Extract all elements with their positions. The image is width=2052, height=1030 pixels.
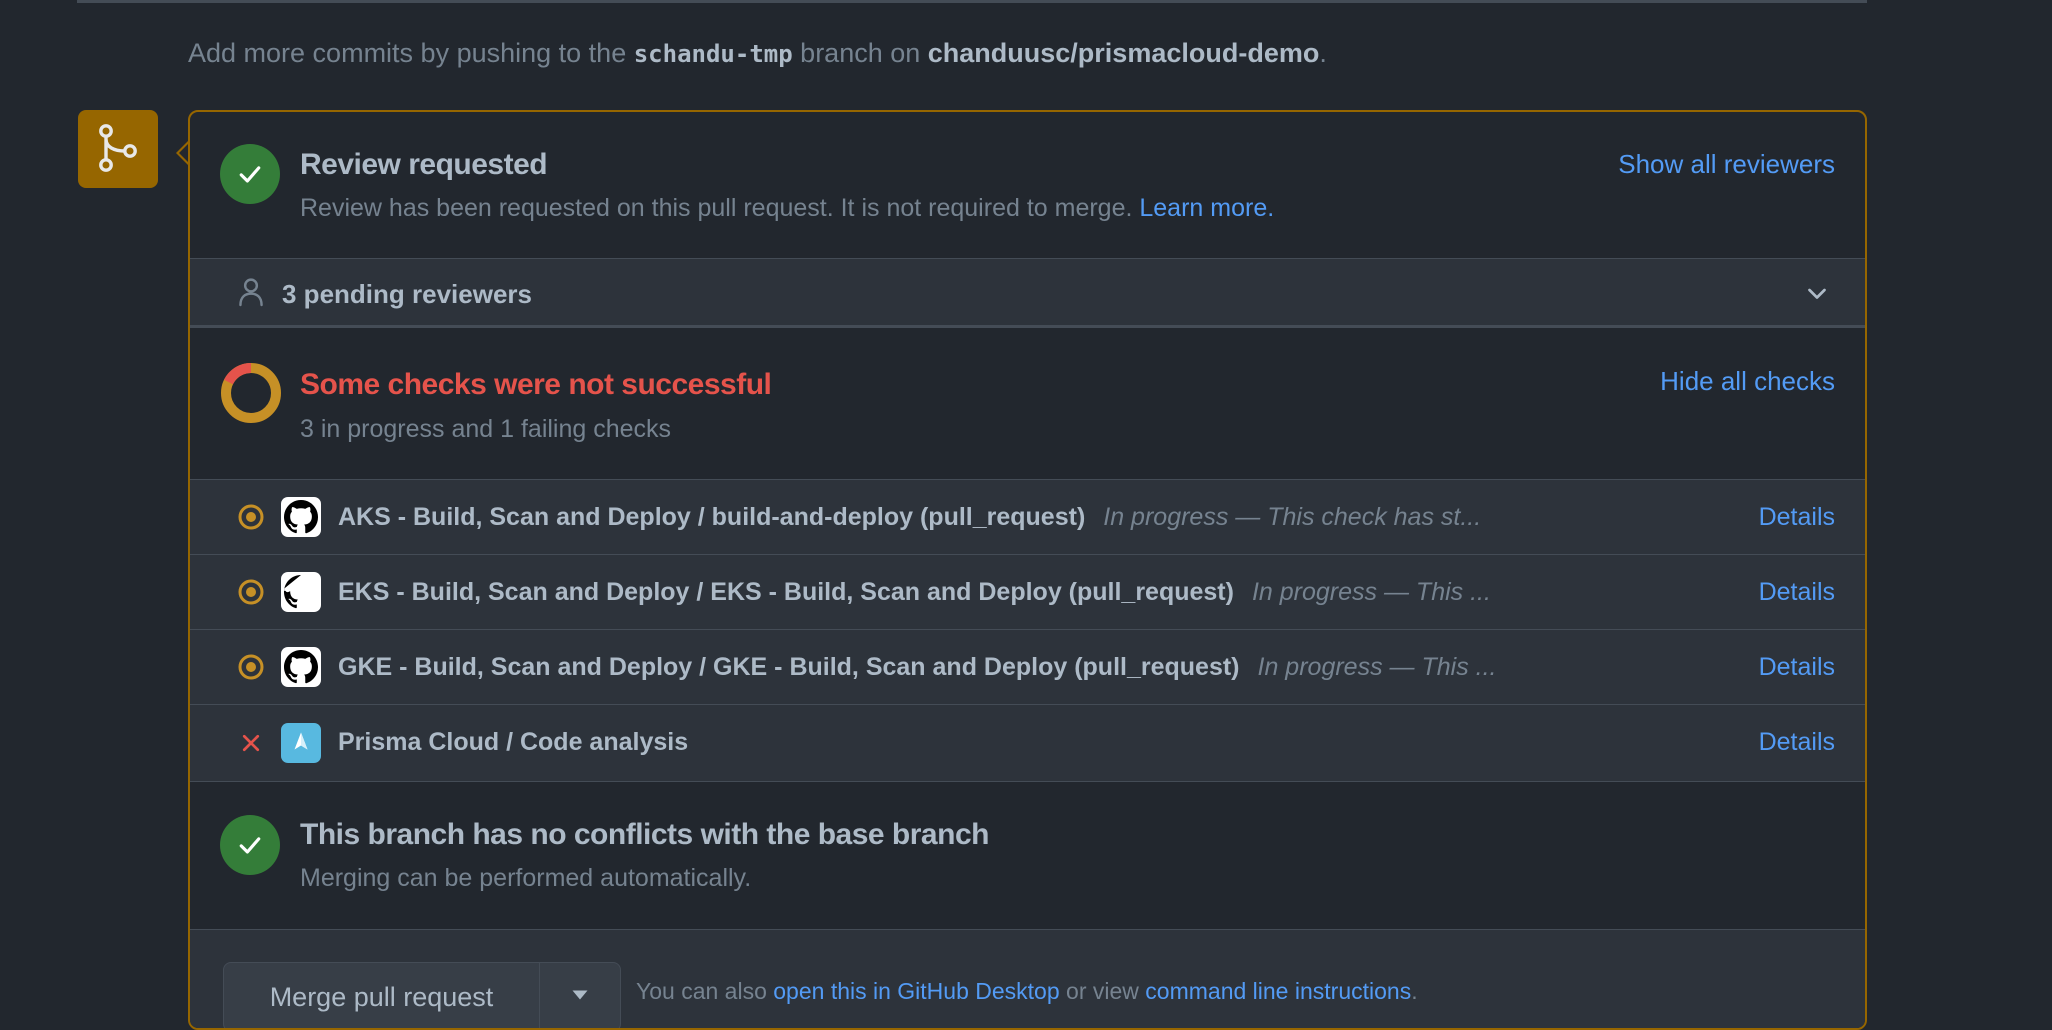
show-all-reviewers-link[interactable]: Show all reviewers <box>1618 149 1835 180</box>
review-subtitle-text: Review has been requested on this pull r… <box>300 194 1133 222</box>
check-description: In progress — This check has st... <box>1103 502 1482 531</box>
check-circle-icon <box>220 815 280 875</box>
check-name-text: AKS - Build, Scan and Deploy / build-and… <box>338 502 1086 531</box>
check-name: GKE - Build, Scan and Deploy / GKE - Bui… <box>338 653 1496 682</box>
person-icon <box>238 277 264 312</box>
timeline-divider <box>77 0 1867 3</box>
checks-title: Some checks were not successful <box>300 368 772 401</box>
triangle-down-icon <box>571 988 589 1006</box>
github-logo-icon <box>281 497 321 537</box>
check-name: AKS - Build, Scan and Deploy / build-and… <box>338 503 1481 532</box>
pending-reviewers-row[interactable]: 3 pending reviewers <box>190 258 1865 328</box>
check-row: AKS - Build, Scan and Deploy / build-and… <box>190 480 1865 555</box>
git-merge-icon <box>78 110 158 188</box>
conflicts-subtitle: Merging can be performed automatically. <box>300 864 752 892</box>
push-hint: Add more commits by pushing to the schan… <box>188 38 1327 69</box>
in-progress-icon <box>237 653 265 681</box>
checks-list: AKS - Build, Scan and Deploy / build-and… <box>190 480 1865 782</box>
check-row: Prisma Cloud / Code analysis Details <box>190 705 1865 780</box>
prisma-cloud-logo-icon <box>281 722 321 763</box>
x-icon <box>237 729 265 757</box>
review-section: Review requested Review has been request… <box>190 112 1865 258</box>
check-details-link[interactable]: Details <box>1759 503 1835 532</box>
chevron-down-icon[interactable] <box>1805 281 1829 310</box>
merge-alt-suffix: . <box>1411 978 1418 1004</box>
check-details-link[interactable]: Details <box>1759 578 1835 607</box>
pending-reviewers-label: 3 pending reviewers <box>282 279 532 309</box>
github-logo-icon <box>281 647 321 687</box>
check-name-text: EKS - Build, Scan and Deploy / EKS - Bui… <box>338 577 1234 606</box>
checks-progress-ring-icon <box>220 362 282 424</box>
merge-box: Review requested Review has been request… <box>188 110 1867 1030</box>
learn-more-link[interactable]: Learn more. <box>1139 194 1274 222</box>
merge-alt-prefix: You can also <box>636 978 774 1004</box>
merge-alt-middle: or view <box>1059 978 1146 1004</box>
push-hint-middle: branch on <box>792 38 928 68</box>
check-name: Prisma Cloud / Code analysis <box>338 728 688 757</box>
repo-name: chanduusc/prismacloud-demo <box>927 38 1320 68</box>
merge-pull-request-button[interactable]: Merge pull request <box>223 962 540 1028</box>
push-hint-suffix: . <box>1319 38 1327 68</box>
open-in-github-desktop-link[interactable]: open this in GitHub Desktop <box>773 978 1059 1004</box>
github-logo-icon <box>281 572 321 612</box>
check-row: GKE - Build, Scan and Deploy / GKE - Bui… <box>190 630 1865 705</box>
review-subtitle: Review has been requested on this pull r… <box>300 194 1274 223</box>
check-row: EKS - Build, Scan and Deploy / EKS - Bui… <box>190 555 1865 630</box>
merge-alternatives: You can also open this in GitHub Desktop… <box>636 978 1418 1005</box>
merge-options-dropdown[interactable] <box>539 962 621 1028</box>
check-name-text: Prisma Cloud / Code analysis <box>338 728 689 756</box>
check-circle-icon <box>220 144 280 204</box>
conflicts-section: This branch has no conflicts with the ba… <box>190 782 1865 930</box>
checks-section: Some checks were not successful 3 in pro… <box>190 328 1865 480</box>
check-name-text: GKE - Build, Scan and Deploy / GKE - Bui… <box>338 652 1240 681</box>
check-name: EKS - Build, Scan and Deploy / EKS - Bui… <box>338 578 1491 607</box>
in-progress-icon <box>237 578 265 606</box>
push-hint-prefix: Add more commits by pushing to the <box>188 38 634 68</box>
branch-name: schandu-tmp <box>633 40 793 68</box>
command-line-instructions-link[interactable]: command line instructions <box>1145 978 1411 1004</box>
review-title: Review requested <box>300 148 548 181</box>
check-details-link[interactable]: Details <box>1759 728 1835 757</box>
conflicts-title: This branch has no conflicts with the ba… <box>300 818 989 851</box>
check-description: In progress — This ... <box>1251 577 1491 606</box>
check-details-link[interactable]: Details <box>1759 653 1835 682</box>
merge-section: Merge pull request You can also open thi… <box>190 930 1865 1028</box>
in-progress-icon <box>237 503 265 531</box>
hide-all-checks-link[interactable]: Hide all checks <box>1660 366 1835 397</box>
checks-subtitle: 3 in progress and 1 failing checks <box>300 415 672 443</box>
check-description: In progress — This ... <box>1257 652 1497 681</box>
